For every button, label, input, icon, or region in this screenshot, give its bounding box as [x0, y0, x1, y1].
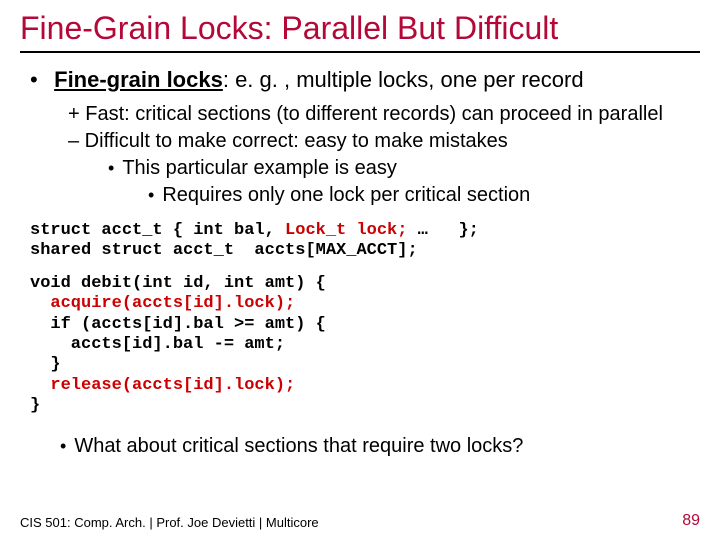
point-sub2-text: Requires only one lock per critical sect… [162, 184, 530, 206]
code-block-struct: struct acct_t { int bal, Lock_t lock; … … [30, 221, 700, 262]
page-number: 89 [682, 512, 700, 530]
point-minus: – Difficult to make correct: easy to mak… [68, 128, 700, 155]
slide-title: Fine-Grain Locks: Parallel But Difficult [20, 10, 700, 53]
bullet-dot: • [30, 67, 48, 93]
code-func-3: if (accts[id].bal >= amt) { [30, 315, 326, 334]
code-func-1: void debit(int id, int amt) { [30, 274, 326, 293]
bullet-main: • Fine-grain locks: e. g. , multiple loc… [30, 67, 700, 93]
code-func-2: acquire(accts[id].lock); [30, 294, 295, 313]
point-sub2: Requires only one lock per critical sect… [148, 182, 700, 209]
footer: CIS 501: Comp. Arch. | Prof. Joe Deviett… [20, 515, 700, 530]
code-line-1a: struct acct_t { int bal, [30, 221, 275, 240]
closing-question-text: What about critical sections that requir… [74, 435, 523, 457]
point-sub1-text: This particular example is easy [122, 157, 397, 179]
point-plus: + Fast: critical sections (to different … [68, 101, 700, 128]
closing-question: What about critical sections that requir… [60, 435, 700, 458]
term: Fine-grain locks [54, 67, 223, 92]
footer-text: CIS 501: Comp. Arch. | Prof. Joe Deviett… [20, 515, 319, 530]
code-block-func: void debit(int id, int amt) { acquire(ac… [30, 274, 700, 417]
code-func-5: } [30, 355, 61, 374]
code-line-1c: … }; [407, 221, 478, 240]
slide: Fine-Grain Locks: Parallel But Difficult… [0, 0, 720, 540]
point-sub1: This particular example is easy [108, 155, 700, 182]
code-func-6: release(accts[id].lock); [30, 376, 295, 395]
code-func-7: } [30, 396, 40, 415]
code-func-4: accts[id].bal -= amt; [30, 335, 285, 354]
term-rest: : e. g. , multiple locks, one per record [223, 67, 584, 92]
code-line-1b: Lock_t lock; [275, 221, 408, 240]
code-line-2: shared struct acct_t accts[MAX_ACCT]; [30, 241, 418, 260]
